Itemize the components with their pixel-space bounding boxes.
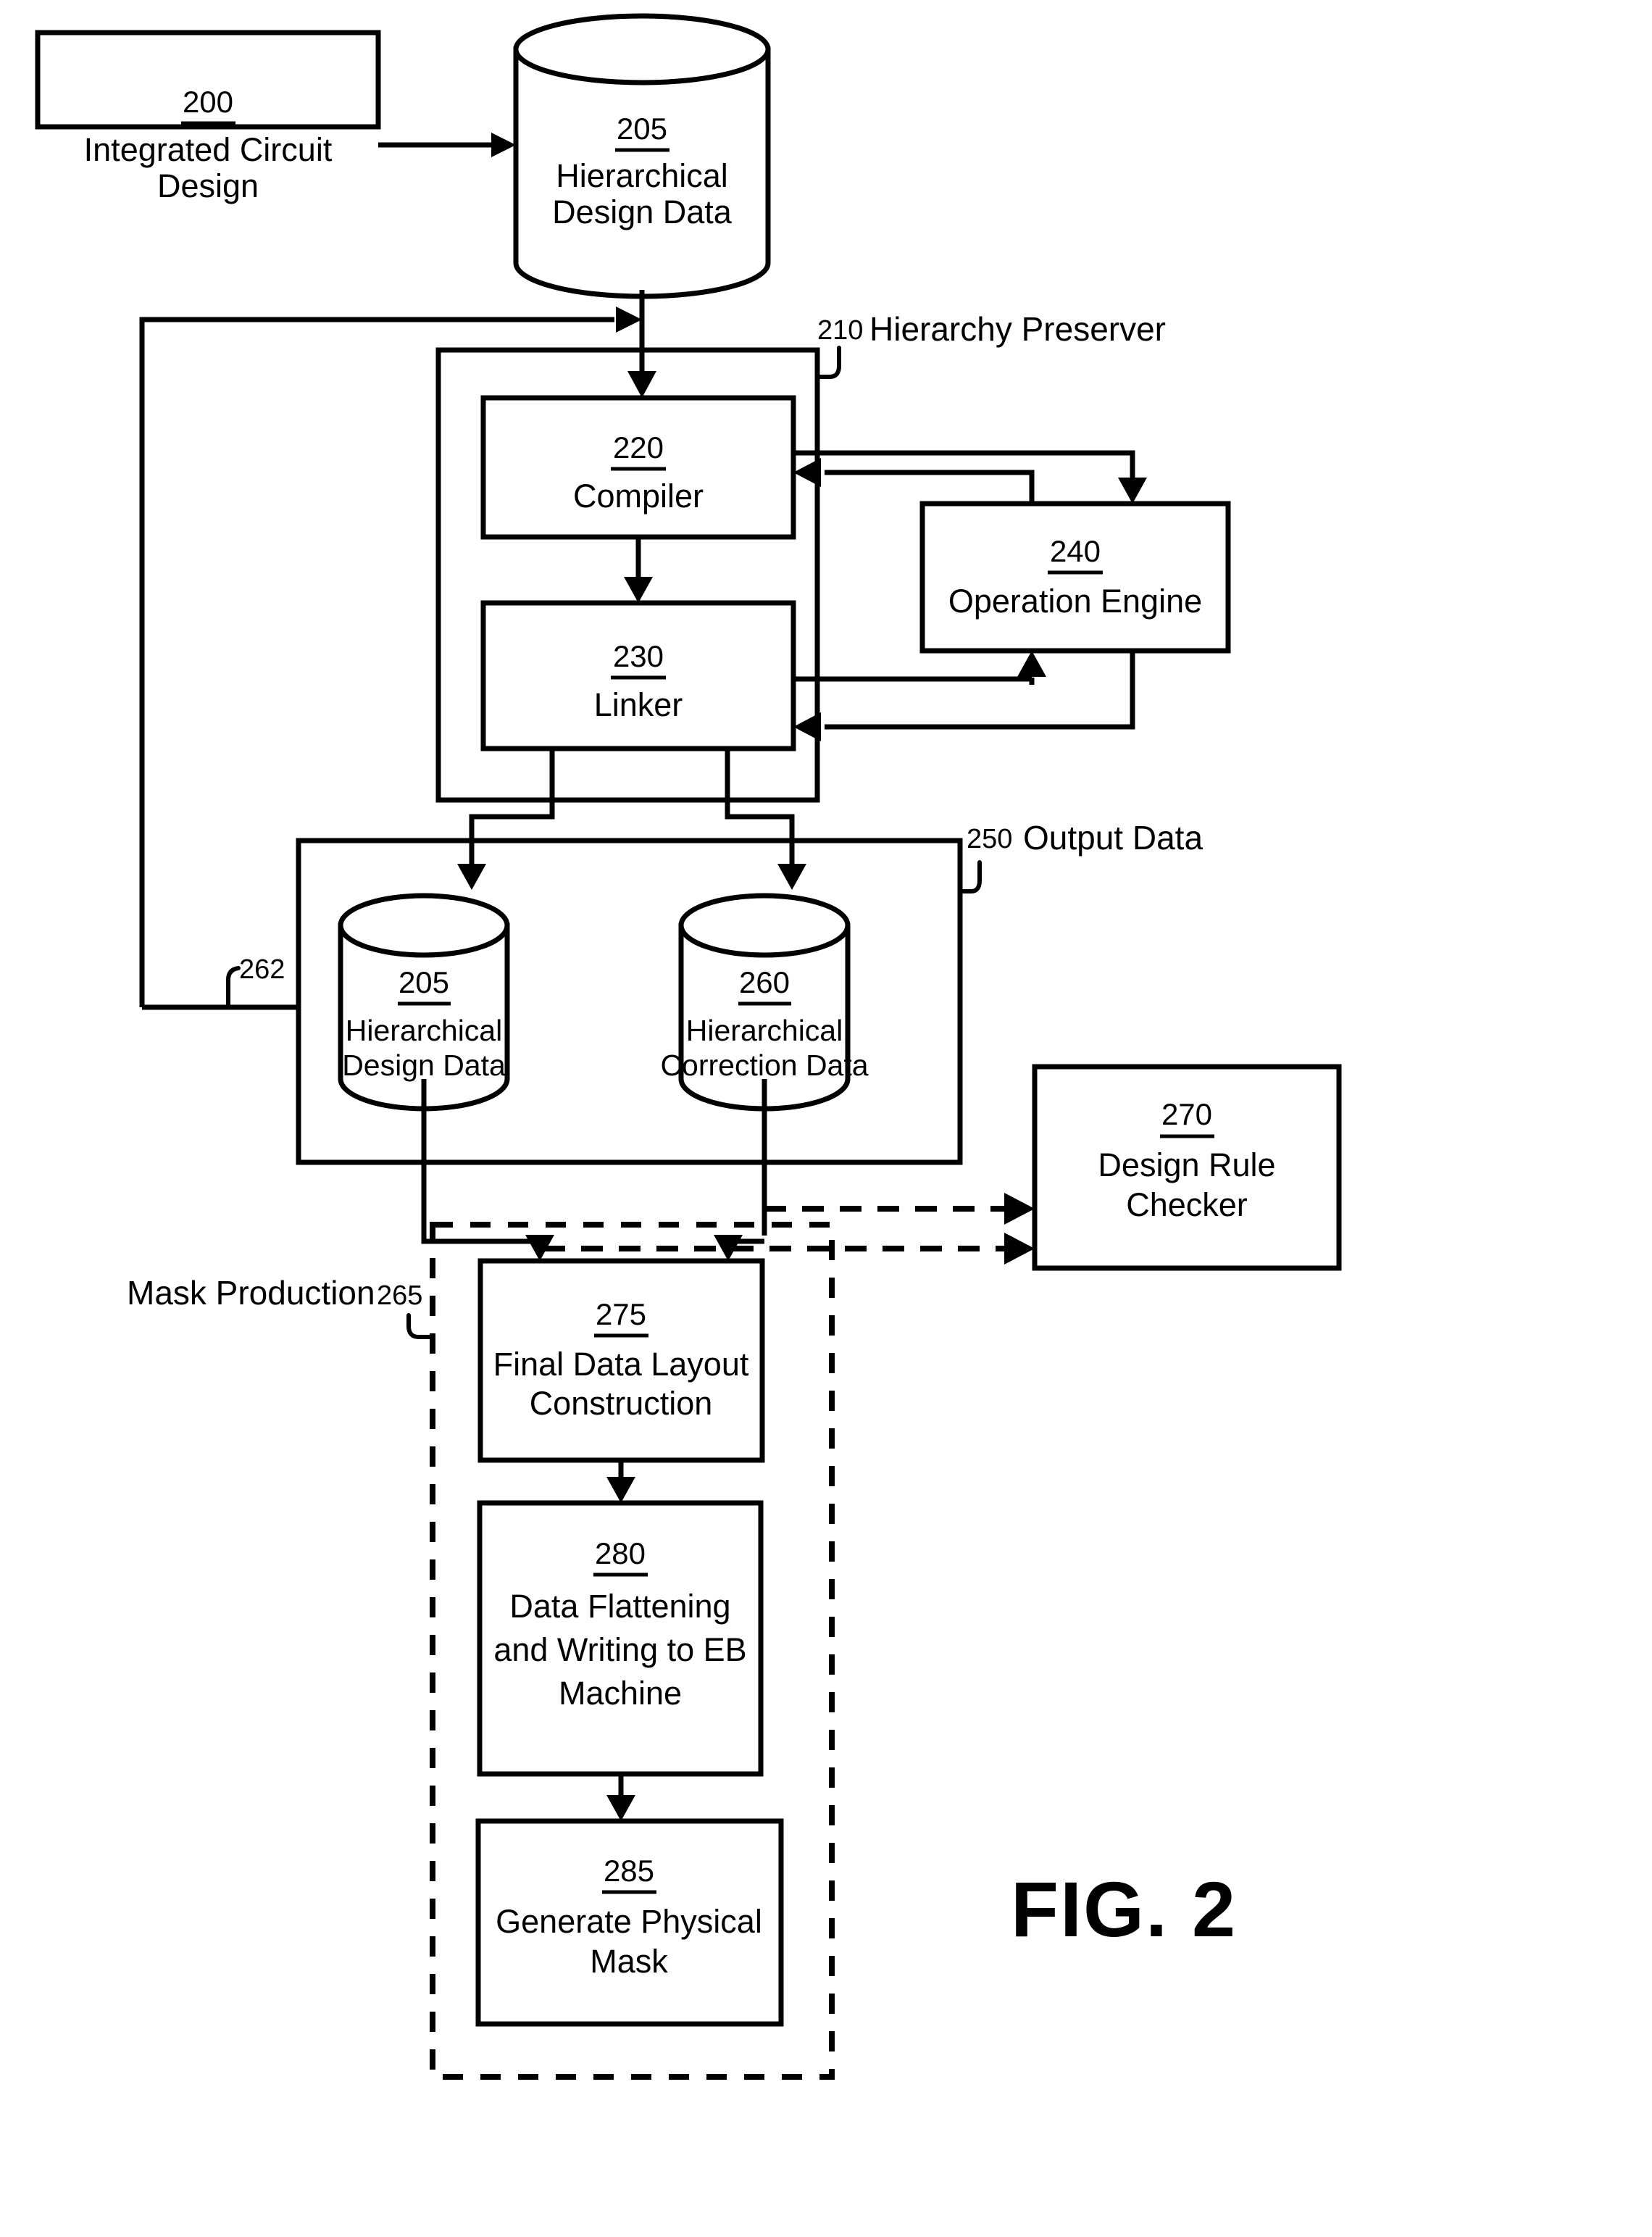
arrowhead-icon bbox=[627, 371, 656, 398]
drc-label-line-2: Checker bbox=[1126, 1186, 1248, 1223]
arrowhead-icon bbox=[1004, 1193, 1035, 1225]
mask-production-ref: 265 bbox=[377, 1280, 422, 1311]
figure-caption: FIG. 2 bbox=[1011, 1865, 1237, 1953]
ic-design-ref: 200 bbox=[183, 85, 233, 119]
feedback-262-ref: 262 bbox=[239, 954, 285, 985]
arrow-preserver-to-output-correction-data bbox=[725, 749, 806, 890]
arrow-data-flattening-to-generate-mask bbox=[606, 1774, 635, 1821]
hier-correction-data-cylinder-cap bbox=[678, 893, 851, 958]
node-compiler: 220 Compiler bbox=[480, 395, 796, 540]
arrowhead-icon bbox=[624, 577, 653, 603]
arrowhead-icon bbox=[793, 712, 821, 741]
arrow-preserver-to-output-design-data bbox=[457, 749, 555, 890]
hier-data-top-label-line-1: Hierarchical bbox=[556, 157, 728, 194]
arrow-hierarchical-data-to-compiler bbox=[627, 290, 656, 398]
arrowhead-icon bbox=[606, 1795, 635, 1821]
arrowhead-icon bbox=[606, 1477, 635, 1503]
node-final-data-layout-construction: 275 Final Data Layout Construction bbox=[477, 1258, 765, 1463]
node-design-rule-checker: 270 Design Rule Checker bbox=[1032, 1064, 1342, 1271]
linker-ref: 230 bbox=[613, 639, 664, 673]
arrowhead-icon bbox=[457, 864, 486, 890]
drc-label-line-1: Design Rule bbox=[1098, 1146, 1275, 1183]
arrow-ic-design-to-hierarchical-data bbox=[378, 133, 516, 157]
node-operation-engine: 240 Operation Engine bbox=[919, 501, 1231, 654]
node-generate-physical-mask: 285 Generate Physical Mask bbox=[475, 1818, 784, 2027]
arrowhead-icon bbox=[1017, 651, 1046, 677]
figure-2-flow-diagram: 200 Integrated Circuit Design 205 Hierar… bbox=[35, 13, 1342, 2080]
hier-design-data-out-line-1: Hierarchical bbox=[346, 1014, 502, 1047]
output-data-label: Output Data bbox=[1023, 819, 1203, 857]
node-integrated-circuit-design: 200 Integrated Circuit Design bbox=[35, 30, 381, 204]
ic-design-label-line-2: Design bbox=[157, 167, 259, 204]
arrow-operation-engine-to-linker bbox=[793, 651, 1135, 741]
final-data-layout-line-2: Construction bbox=[530, 1385, 713, 1422]
arrow-compiler-to-linker bbox=[624, 537, 653, 603]
hierarchy-preserver-label: Hierarchy Preserver bbox=[869, 310, 1166, 348]
hierarchy-preserver-leader bbox=[815, 346, 841, 379]
hier-correction-data-ref: 260 bbox=[739, 965, 790, 999]
node-hierarchical-design-data-top: 205 Hierarchical Design Data bbox=[513, 13, 771, 299]
operation-engine-label: Operation Engine bbox=[948, 583, 1202, 620]
hier-design-data-out-cylinder-cap bbox=[338, 893, 510, 958]
compiler-ref: 220 bbox=[613, 430, 664, 465]
node-hierarchical-design-data-output: 205 Hierarchical Design Data bbox=[338, 893, 510, 1112]
arrowhead-icon bbox=[616, 307, 642, 333]
linker-label: Linker bbox=[594, 686, 683, 723]
feedback-262-leader: 262 bbox=[142, 954, 299, 1010]
generate-mask-line-1: Generate Physical bbox=[496, 1903, 762, 1940]
arrowhead-icon bbox=[777, 864, 806, 890]
ic-design-label-line-1: Integrated Circuit bbox=[84, 131, 333, 168]
drc-ref: 270 bbox=[1161, 1097, 1212, 1131]
hier-correction-data-line-1: Hierarchical bbox=[686, 1014, 843, 1047]
hier-data-top-cylinder-cap bbox=[513, 13, 771, 86]
hierarchy-preserver-ref: 210 bbox=[817, 315, 863, 346]
arrowhead-icon bbox=[1118, 478, 1147, 504]
dashed-arrow-correction-data-to-drc bbox=[764, 1193, 1035, 1225]
data-flattening-line-2: and Writing to EB bbox=[493, 1631, 746, 1668]
hier-data-top-ref: 205 bbox=[617, 112, 667, 146]
feedback-262-leader-curve bbox=[226, 966, 241, 1009]
arrow-operation-engine-to-compiler bbox=[793, 458, 1035, 504]
arrow-compiler-to-operation-engine bbox=[793, 450, 1147, 504]
patent-figure: 200 Integrated Circuit Design 205 Hierar… bbox=[0, 0, 1652, 2237]
generate-mask-line-2: Mask bbox=[590, 1943, 668, 1980]
output-data-ref: 250 bbox=[967, 824, 1012, 854]
arrowhead-icon bbox=[793, 458, 821, 487]
arrow-linker-to-operation-engine bbox=[793, 651, 1046, 685]
data-flattening-line-1: Data Flattening bbox=[509, 1588, 730, 1625]
hier-design-data-out-ref: 205 bbox=[399, 965, 449, 999]
compiler-label: Compiler bbox=[573, 478, 704, 515]
final-data-layout-ref: 275 bbox=[596, 1297, 646, 1331]
node-hierarchical-correction-data: 260 Hierarchical Correction Data bbox=[660, 893, 869, 1112]
generate-mask-ref: 285 bbox=[604, 1854, 654, 1888]
data-flattening-line-3: Machine bbox=[559, 1675, 682, 1712]
node-data-flattening: 280 Data Flattening and Writing to EB Ma… bbox=[477, 1500, 764, 1777]
arrowhead-icon bbox=[491, 133, 516, 157]
final-data-layout-line-1: Final Data Layout bbox=[493, 1346, 749, 1383]
arrow-final-layout-to-data-flattening bbox=[606, 1460, 635, 1503]
arrowhead-icon bbox=[1004, 1233, 1035, 1265]
operation-engine-box bbox=[919, 501, 1231, 654]
mask-production-leader bbox=[406, 1313, 435, 1339]
output-data-leader bbox=[958, 860, 982, 893]
hier-design-data-out-line-2: Design Data bbox=[342, 1049, 506, 1082]
mask-production-label: Mask Production bbox=[127, 1274, 375, 1312]
hier-correction-data-line-2: Correction Data bbox=[660, 1049, 868, 1082]
operation-engine-ref: 240 bbox=[1050, 534, 1101, 568]
data-flattening-ref: 280 bbox=[595, 1536, 646, 1570]
hier-data-top-label-line-2: Design Data bbox=[552, 193, 733, 230]
node-linker: 230 Linker bbox=[480, 600, 796, 751]
